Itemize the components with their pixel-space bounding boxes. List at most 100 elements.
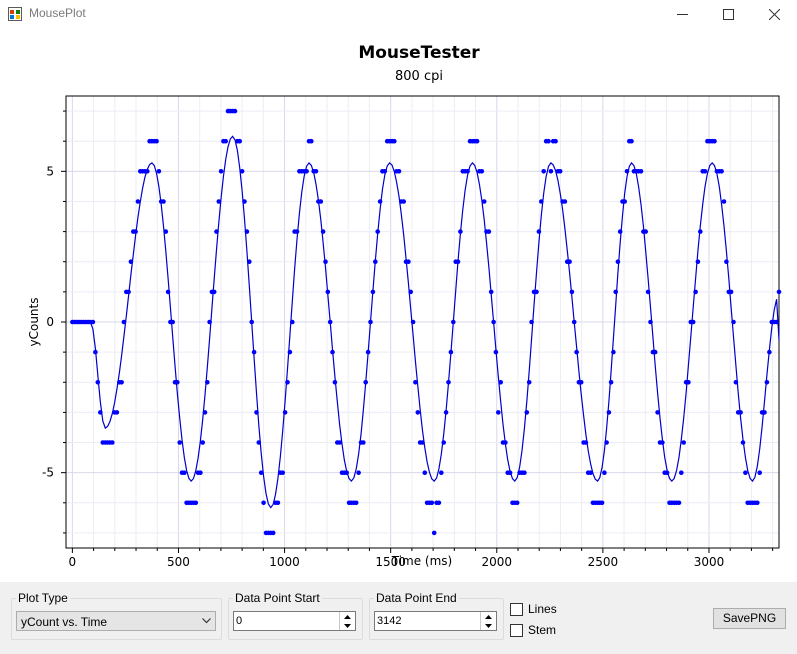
data-point xyxy=(599,500,605,506)
data-point xyxy=(90,319,96,325)
plot-type-label: Plot Type xyxy=(16,591,70,605)
data-point xyxy=(406,259,411,264)
data-point xyxy=(353,500,359,506)
y-tick-label: -5 xyxy=(42,466,54,480)
data-point xyxy=(270,530,276,536)
data-point xyxy=(408,289,414,295)
data-end-input[interactable]: 3142 xyxy=(374,611,497,631)
data-point xyxy=(724,259,729,264)
data-point xyxy=(373,259,378,264)
data-point xyxy=(247,259,252,264)
data-end-up-button[interactable] xyxy=(481,612,496,621)
data-point xyxy=(553,138,558,144)
data-start-down-button[interactable] xyxy=(340,621,355,630)
data-point xyxy=(514,500,520,506)
stem-checkbox-box[interactable] xyxy=(510,623,523,637)
lines-checkbox-box[interactable] xyxy=(510,602,523,616)
data-point xyxy=(344,470,350,476)
data-point xyxy=(443,410,449,415)
data-point xyxy=(126,289,131,295)
data-start-input[interactable]: 0 xyxy=(233,611,356,631)
lines-checkbox[interactable]: Lines xyxy=(510,602,557,616)
plot-type-group: Plot Type yCount vs. Time xyxy=(11,591,222,640)
plot-type-select[interactable]: yCount vs. Time xyxy=(16,611,216,631)
data-point xyxy=(767,349,772,355)
data-point xyxy=(377,199,383,204)
data-point xyxy=(451,319,456,325)
data-start-up-button[interactable] xyxy=(340,612,355,621)
data-point xyxy=(420,440,425,445)
data-point xyxy=(622,199,627,204)
data-point xyxy=(244,229,250,234)
data-point xyxy=(529,319,534,325)
data-point xyxy=(643,229,648,234)
data-point xyxy=(368,319,373,325)
arrow-down-icon xyxy=(344,623,351,628)
data-point xyxy=(401,199,407,204)
data-point xyxy=(327,319,333,325)
window-title: MousePlot xyxy=(29,6,86,20)
data-point xyxy=(320,229,326,234)
data-point xyxy=(422,470,428,476)
data-point xyxy=(182,470,187,476)
data-point xyxy=(762,410,767,415)
data-end-label: Data Point End xyxy=(374,591,459,605)
data-point xyxy=(583,440,589,445)
lines-checkbox-label: Lines xyxy=(528,602,557,616)
data-point xyxy=(648,319,653,325)
y-axis-label: yCounts xyxy=(27,298,41,347)
maximize-button[interactable] xyxy=(705,0,751,28)
data-point xyxy=(539,199,544,204)
data-point xyxy=(237,138,242,144)
data-point xyxy=(728,289,734,295)
data-point xyxy=(170,319,175,325)
data-point xyxy=(249,319,254,325)
data-start-spinner xyxy=(339,612,355,630)
data-end-value: 3142 xyxy=(377,615,402,627)
chart-title: MouseTester xyxy=(358,43,480,63)
data-point xyxy=(664,470,670,476)
data-point xyxy=(588,470,593,476)
data-point xyxy=(439,470,444,476)
x-tick-label: 2000 xyxy=(481,555,512,569)
data-point xyxy=(413,380,418,385)
data-point xyxy=(95,380,101,385)
data-point xyxy=(356,470,361,476)
data-point xyxy=(392,138,397,144)
data-point xyxy=(721,199,727,204)
data-point xyxy=(479,169,485,174)
x-tick-label: 2500 xyxy=(588,555,619,569)
data-point xyxy=(330,349,335,355)
minimize-icon xyxy=(676,13,688,15)
data-point xyxy=(161,199,166,204)
data-end-down-button[interactable] xyxy=(481,621,496,630)
data-point xyxy=(569,289,575,295)
save-png-button[interactable]: SavePNG xyxy=(713,608,786,629)
data-point xyxy=(202,410,208,415)
close-button[interactable] xyxy=(751,0,797,28)
data-point xyxy=(536,229,542,234)
data-point xyxy=(645,289,651,295)
data-point xyxy=(287,349,293,355)
data-point xyxy=(757,470,762,476)
data-point xyxy=(313,169,319,174)
data-point xyxy=(294,229,300,234)
stem-checkbox[interactable]: Stem xyxy=(510,623,556,637)
data-point xyxy=(629,138,634,144)
data-point xyxy=(177,440,182,445)
minimize-button[interactable] xyxy=(659,0,705,28)
data-point xyxy=(698,229,703,234)
data-point xyxy=(498,380,504,385)
data-point xyxy=(135,199,141,204)
data-point xyxy=(205,380,210,385)
data-point xyxy=(488,289,494,295)
axis-ticks: 0 500 1000 1500 2000 2500 3000-505 xyxy=(42,110,774,569)
data-point xyxy=(223,138,228,144)
data-point xyxy=(448,349,454,355)
mouse-plot-chart: MouseTester 800 cpi 0 500 1000 1500 2000 2500… xyxy=(27,43,782,569)
data-point xyxy=(337,440,342,445)
data-point xyxy=(624,169,630,174)
data-point xyxy=(690,319,696,325)
data-point xyxy=(232,108,238,114)
data-point xyxy=(275,500,281,506)
